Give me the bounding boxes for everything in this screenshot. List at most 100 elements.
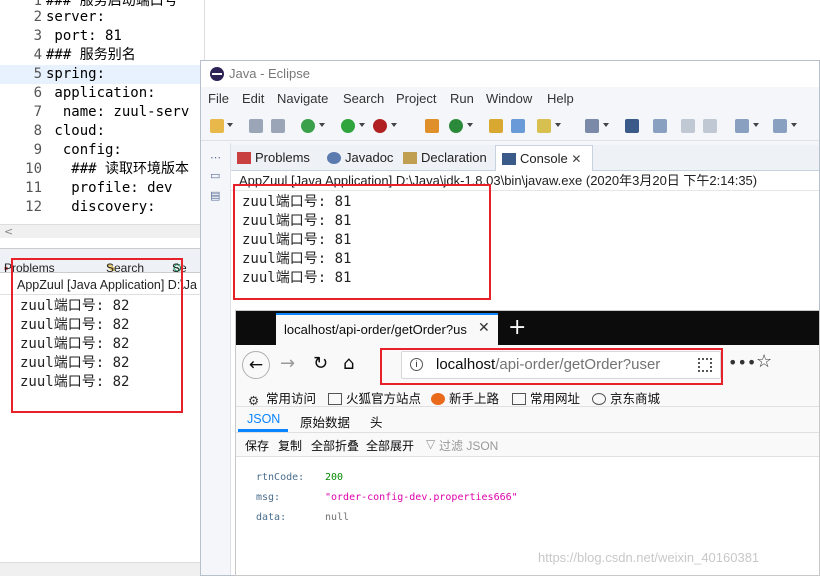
filter-json-input[interactable]: 过滤 JSON bbox=[439, 437, 498, 454]
restore-icon[interactable]: ⋯ bbox=[210, 151, 222, 164]
code-line: 7 name: zuul-serv bbox=[33, 104, 190, 120]
chevron-down-icon[interactable] bbox=[603, 123, 609, 127]
chevron-down-icon[interactable] bbox=[391, 123, 397, 127]
bookmarks-toolbar: ⚙ 常用访问 火狐官方站点 新手上路 常用网址 京东商城 bbox=[236, 385, 819, 408]
new-icon[interactable] bbox=[210, 119, 224, 133]
new-class-icon[interactable] bbox=[449, 119, 463, 133]
code-line: 2 server: bbox=[33, 9, 106, 25]
json-value: "order-config-dev.properties666" bbox=[325, 492, 518, 503]
chevron-down-icon[interactable] bbox=[319, 123, 325, 127]
back-horizontal-scrollbar[interactable] bbox=[0, 562, 205, 576]
back-arrow-icon[interactable]: ← bbox=[242, 351, 270, 379]
code-line: 12 discovery: bbox=[25, 199, 156, 215]
horizontal-scrollbar[interactable]: < bbox=[0, 224, 204, 238]
bookmark-item[interactable]: 常用网址 bbox=[512, 388, 580, 407]
highlight-box bbox=[11, 258, 183, 413]
annotation-icon[interactable] bbox=[585, 119, 599, 133]
new-java-project-icon[interactable] bbox=[425, 119, 439, 133]
debug-icon[interactable] bbox=[301, 119, 315, 133]
next-annotation-icon[interactable] bbox=[735, 119, 749, 133]
menu-edit[interactable]: Edit bbox=[242, 91, 264, 106]
menu-run[interactable]: Run bbox=[450, 91, 474, 106]
browser-tab[interactable]: localhost/api-order/getOrder?us bbox=[276, 313, 498, 345]
yaml-editor[interactable]: 1 ### 服务启动端口号 2 server: 3 port: 81 4 ### 服务… bbox=[0, 0, 205, 240]
open-task-icon[interactable] bbox=[511, 119, 525, 133]
code-line-current: 5 spring: bbox=[0, 65, 204, 84]
forward-nav-icon[interactable] bbox=[703, 119, 717, 133]
open-type-icon[interactable] bbox=[489, 119, 503, 133]
collapse-all-button[interactable]: 全部折叠 bbox=[311, 437, 359, 454]
menu-help[interactable]: Help bbox=[547, 91, 574, 106]
json-key: data: bbox=[256, 512, 287, 523]
save-button[interactable]: 保存 bbox=[245, 437, 269, 454]
bookmark-item[interactable]: 新手上路 bbox=[431, 388, 499, 407]
menu-file[interactable]: File bbox=[208, 91, 229, 106]
expand-all-button[interactable]: 全部展开 bbox=[366, 437, 414, 454]
filter-icon: ▽ bbox=[426, 437, 436, 451]
bookmark-item[interactable]: 京东商城 bbox=[592, 388, 660, 407]
folder-icon bbox=[328, 393, 342, 405]
globe-icon bbox=[592, 393, 606, 405]
page-actions-icon[interactable]: ••• bbox=[728, 353, 756, 372]
maximize-view-icon[interactable]: ▭ bbox=[210, 169, 222, 182]
firefox-icon bbox=[431, 393, 445, 405]
chevron-down-icon[interactable] bbox=[753, 123, 759, 127]
run-icon[interactable] bbox=[341, 119, 355, 133]
tab-headers[interactable]: 头 bbox=[370, 412, 383, 431]
tab-declaration[interactable]: Declaration bbox=[403, 145, 487, 171]
bookmark-star-icon[interactable]: ☆ bbox=[756, 351, 772, 372]
tab-raw-data[interactable]: 原始数据 bbox=[300, 412, 350, 431]
highlight-box bbox=[233, 184, 491, 300]
code-line: 9 config: bbox=[33, 142, 122, 158]
copy-button[interactable]: 复制 bbox=[278, 437, 302, 454]
json-toolbar: 保存 复制 全部折叠 全部展开 ▽ 过滤 JSON bbox=[236, 433, 819, 457]
tab-json[interactable]: JSON bbox=[247, 412, 280, 426]
folder-icon bbox=[512, 393, 526, 405]
toggle-breakpoint-icon[interactable] bbox=[653, 119, 667, 133]
gear-icon: ⚙ bbox=[248, 394, 260, 408]
external-tools-icon[interactable] bbox=[373, 119, 387, 133]
chevron-down-icon[interactable] bbox=[791, 123, 797, 127]
save-all-icon[interactable] bbox=[271, 119, 285, 133]
chevron-down-icon[interactable] bbox=[467, 123, 473, 127]
menu-navigate[interactable]: Navigate bbox=[277, 91, 328, 106]
chevron-down-icon[interactable] bbox=[359, 123, 365, 127]
menu-search[interactable]: Search bbox=[343, 91, 384, 106]
code-line: 4 ### 服务别名 bbox=[33, 47, 136, 63]
scroll-left-icon[interactable]: < bbox=[4, 225, 13, 238]
window-title-bar[interactable]: Java - Eclipse bbox=[201, 61, 819, 87]
json-value: null bbox=[325, 512, 350, 523]
declaration-icon bbox=[403, 152, 417, 164]
prev-annotation-icon[interactable] bbox=[773, 119, 787, 133]
reload-icon[interactable]: ↻ bbox=[313, 353, 328, 374]
json-key: msg: bbox=[256, 492, 281, 503]
bookmark-item[interactable]: 火狐官方站点 bbox=[328, 388, 421, 407]
main-toolbar bbox=[201, 111, 819, 141]
save-icon[interactable] bbox=[249, 119, 263, 133]
search-toolbar-icon[interactable] bbox=[537, 119, 551, 133]
new-tab-icon[interactable]: + bbox=[508, 315, 526, 340]
menu-project[interactable]: Project bbox=[396, 91, 436, 106]
home-icon[interactable]: ⌂ bbox=[343, 353, 354, 374]
close-tab-icon[interactable]: ✕ bbox=[478, 320, 490, 336]
watermark: https://blog.csdn.net/weixin_40160381 bbox=[538, 550, 760, 565]
code-line: 11 profile: dev bbox=[25, 180, 173, 196]
tab-javadoc[interactable]: Javadoc bbox=[327, 145, 393, 171]
tab-problems[interactable]: Problems bbox=[237, 145, 310, 171]
forward-arrow-icon[interactable]: → bbox=[280, 353, 295, 374]
tab-console[interactable]: Console ✕ bbox=[495, 145, 593, 171]
chevron-down-icon[interactable] bbox=[555, 123, 561, 127]
close-icon[interactable]: ✕ bbox=[571, 152, 581, 166]
console-icon bbox=[502, 153, 516, 165]
hierarchy-icon[interactable]: ▤ bbox=[210, 189, 222, 202]
side-trim: ⋯ ▭ ▤ bbox=[201, 143, 231, 575]
problems-icon bbox=[237, 152, 251, 164]
back-nav-icon[interactable] bbox=[681, 119, 695, 133]
view-tabs: Problems Javadoc Declaration Console ✕ bbox=[231, 145, 819, 171]
menu-window[interactable]: Window bbox=[486, 91, 532, 106]
chevron-down-icon[interactable] bbox=[227, 123, 233, 127]
bookmark-item[interactable]: ⚙ 常用访问 bbox=[248, 388, 316, 408]
code-line: 8 cloud: bbox=[33, 123, 106, 139]
browser-tab-bar: localhost/api-order/getOrder?us ✕ + bbox=[236, 311, 819, 345]
open-console-icon[interactable] bbox=[625, 119, 639, 133]
